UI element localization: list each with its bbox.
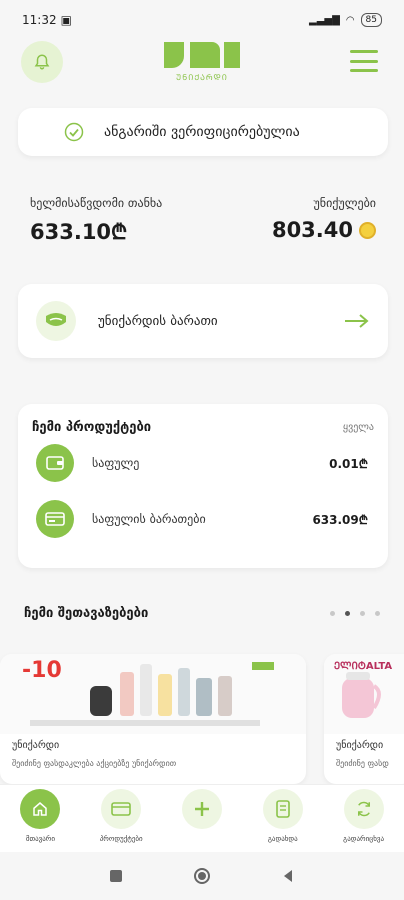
- product-row-wallet-cards[interactable]: საფულის ბარათები 633.09₾: [32, 491, 374, 547]
- points-balance-label: უნიქულები: [313, 196, 376, 210]
- wallet-icon: [36, 444, 74, 482]
- logo-tagline: ᲣᲜᲘᲥᲐᲠᲓᲘ: [176, 73, 228, 82]
- available-balance-value: 633.10₾: [30, 220, 128, 244]
- system-navigation-bar: [0, 852, 404, 900]
- carousel-dot-active[interactable]: [345, 611, 350, 616]
- offer-image: ᲔᲚᲘᲢALTA: [324, 654, 404, 734]
- sim-icon: ▣: [60, 13, 72, 27]
- card-icon: [111, 802, 131, 816]
- receipt-icon: [275, 800, 290, 818]
- verification-text: ანგარიში ვერიფიცირებულია: [104, 124, 300, 140]
- check-circle-icon: [64, 122, 84, 142]
- offer-name: უნიქარდი: [336, 740, 384, 751]
- product-name: საფულის ბარათები: [92, 512, 206, 526]
- offers-title: ჩემი შეთავაზებები: [24, 606, 149, 621]
- products-all-link[interactable]: ყველა: [343, 422, 374, 433]
- products-illustration: [30, 662, 274, 726]
- wifi-icon: ◠: [345, 14, 355, 26]
- plus-icon: [194, 802, 209, 816]
- recents-icon[interactable]: [109, 869, 123, 883]
- offer-description: შეიძინე ფასდაკლება აქციებზე უნიქარდით: [12, 759, 177, 768]
- nav-add[interactable]: [162, 789, 242, 835]
- offer-name: უნიქარდი: [12, 740, 60, 751]
- balances-section: ხელმისაწვდომი თანხა 633.10₾ უნიქულები 80…: [30, 196, 376, 256]
- product-row-wallet[interactable]: საფულე 0.01₾: [32, 435, 374, 491]
- app-header: ᲣᲜᲘᲥᲐᲠᲓᲘ: [0, 40, 404, 100]
- offer-card[interactable]: ᲔᲚᲘᲢALTA უნიქარდი შეიძინე ფასდ: [324, 654, 404, 784]
- offer-image: -10: [0, 654, 306, 734]
- my-products-card: ჩემი პროდუქტები ყველა საფულე 0.01₾ საფულ…: [18, 404, 388, 568]
- nav-label: გადახდა: [267, 835, 298, 843]
- offers-header: ჩემი შეთავაზებები: [24, 606, 380, 621]
- status-time: 11:32: [22, 13, 57, 27]
- battery-indicator: 85: [360, 13, 382, 27]
- product-amount: 0.01₾: [329, 456, 368, 471]
- back-icon[interactable]: [281, 869, 295, 883]
- points-balance-value: 803.40: [271, 218, 353, 242]
- nav-products[interactable]: პროდუქტები: [81, 789, 161, 843]
- menu-line-icon: [350, 50, 378, 53]
- nav-label: გადარიცხვა: [343, 835, 385, 843]
- product-name: საფულე: [92, 456, 140, 470]
- refresh-icon: [357, 801, 370, 817]
- arrow-right-icon: [345, 314, 369, 328]
- unicard-card-label: უნიქარდის ბარათი: [98, 313, 218, 329]
- coin-icon: [359, 221, 376, 239]
- status-bar: 11:32 ▣ ▂▃▅▇ ◠ 85: [0, 0, 404, 40]
- nav-transfer[interactable]: გადარიცხვა: [324, 789, 404, 843]
- nav-home[interactable]: მთავარი: [0, 789, 80, 843]
- bottom-navigation: მთავარი პროდუქტები გადახდა გადარიცხვა: [0, 784, 404, 852]
- kettle-illustration: [342, 672, 381, 718]
- menu-line-icon: [350, 59, 378, 63]
- carousel-dot[interactable]: [330, 611, 335, 616]
- hamburger-menu-button[interactable]: [350, 50, 378, 72]
- unicard-logo-icon: [36, 301, 76, 341]
- offer-description: შეიძინე ფასდ: [336, 759, 389, 768]
- verification-banner: ანგარიში ვერიფიცირებულია: [18, 108, 388, 156]
- logo-mark: [164, 42, 240, 68]
- card-icon: [36, 500, 74, 538]
- unicard-card-row[interactable]: უნიქარდის ბარათი: [18, 284, 388, 358]
- carousel-dots[interactable]: [330, 611, 380, 616]
- carousel-dot[interactable]: [360, 611, 365, 616]
- menu-line-icon: [350, 69, 378, 72]
- products-title: ჩემი პროდუქტები: [32, 420, 152, 435]
- signal-icon: ▂▃▅▇: [309, 14, 340, 26]
- points-balance[interactable]: უნიქულები 803.40: [272, 196, 376, 242]
- home-icon: [33, 802, 48, 816]
- carousel-dot[interactable]: [375, 611, 380, 616]
- home-circle-icon[interactable]: [193, 867, 211, 885]
- offer-card[interactable]: -10 უნიქარდი შეიძინე ფასდაკლება აქციებზე…: [0, 654, 306, 784]
- app-logo: ᲣᲜᲘᲥᲐᲠᲓᲘ: [161, 40, 243, 84]
- notifications-button[interactable]: [21, 41, 63, 83]
- nav-label: პროდუქტები: [99, 835, 143, 843]
- available-balance-label: ხელმისაწვდომი თანხა: [30, 196, 163, 210]
- available-balance[interactable]: ხელმისაწვდომი თანხა 633.10₾: [30, 196, 162, 246]
- bell-icon: [34, 54, 50, 70]
- nav-label: მთავარი: [25, 835, 55, 843]
- product-amount: 633.09₾: [312, 512, 368, 527]
- nav-payment[interactable]: გადახდა: [243, 789, 323, 843]
